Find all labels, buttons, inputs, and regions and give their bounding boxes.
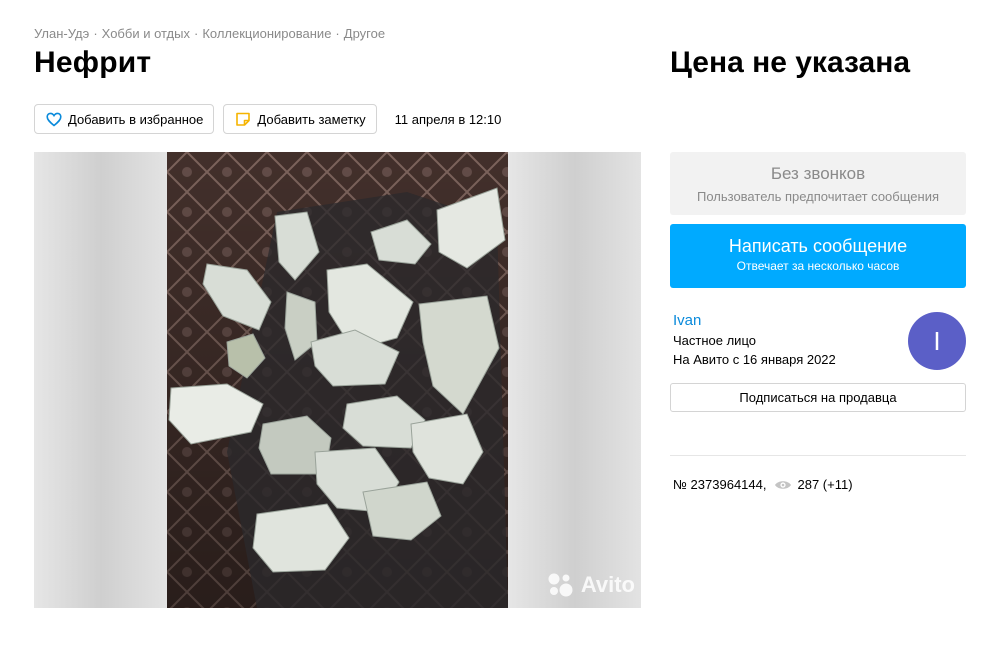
views-count: 287 (+11): [797, 477, 853, 492]
listing-meta: № 2373964144, 287 (+11): [673, 477, 853, 492]
no-calls-panel: Без звонков Пользователь предпочитает со…: [670, 152, 966, 215]
breadcrumb-separator: ·: [193, 26, 199, 41]
breadcrumb-other[interactable]: Другое: [344, 26, 385, 41]
heart-icon: [46, 112, 62, 127]
avatar[interactable]: I: [908, 312, 966, 370]
publish-date: 11 апреля в 12:10: [394, 111, 502, 127]
add-to-favorites-label: Добавить в избранное: [68, 111, 204, 127]
gallery-blur-right: [508, 152, 641, 608]
breadcrumb-city[interactable]: Улан-Удэ: [34, 26, 89, 41]
breadcrumb-separator: ·: [335, 26, 340, 41]
listing-number: № 2373964144,: [673, 477, 767, 492]
response-time: Отвечает за несколько часов: [736, 259, 900, 273]
divider: [670, 455, 966, 456]
listing-actions: Добавить в избранное Добавить заметку 11…: [34, 104, 501, 134]
no-calls-subtitle: Пользователь предпочитает сообщения: [696, 189, 939, 204]
photo-gallery[interactable]: Avito: [34, 152, 641, 608]
seller-type: Частное лицо: [673, 333, 756, 348]
avito-watermark: Avito: [547, 572, 635, 598]
breadcrumb-separator: ·: [93, 26, 98, 41]
gallery-blur-left: [34, 152, 167, 608]
subscribe-seller-button[interactable]: Подписаться на продавца: [670, 383, 966, 412]
price: Цена не указана: [670, 46, 910, 79]
write-message-button[interactable]: Написать сообщение Отвечает за несколько…: [670, 224, 966, 288]
watermark-text: Avito: [580, 572, 635, 597]
add-note-button[interactable]: Добавить заметку: [223, 104, 377, 134]
listing-photo[interactable]: [167, 152, 508, 608]
page-title: Нефрит: [34, 46, 152, 79]
eye-icon: [774, 479, 792, 491]
note-icon: [236, 112, 251, 126]
breadcrumb-collecting[interactable]: Коллекционирование: [202, 26, 331, 41]
breadcrumb-hobby[interactable]: Хобби и отдых: [102, 26, 190, 41]
write-message-label: Написать сообщение: [728, 236, 908, 256]
no-calls-title: Без звонков: [770, 164, 866, 183]
avito-logo-icon: [548, 573, 573, 597]
add-note-label: Добавить заметку: [257, 111, 366, 127]
breadcrumb: Улан-Удэ · Хобби и отдых · Коллекционировани…: [34, 26, 385, 41]
seller-since: На Авито с 16 января 2022: [673, 352, 836, 367]
seller-name-link[interactable]: Ivan: [673, 312, 701, 329]
add-to-favorites-button[interactable]: Добавить в избранное: [34, 104, 215, 134]
